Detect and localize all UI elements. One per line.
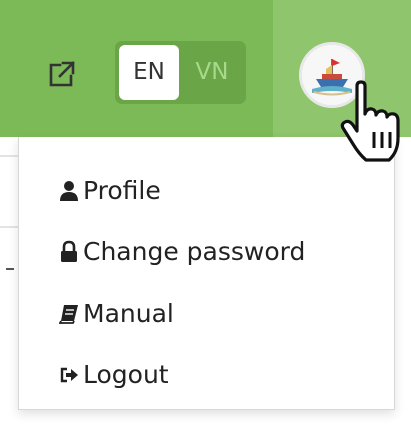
language-toggle[interactable]: EN VN bbox=[115, 41, 246, 104]
external-link-icon[interactable] bbox=[48, 60, 76, 88]
backdrop-mark bbox=[6, 268, 14, 270]
book-icon bbox=[59, 305, 78, 324]
language-option-vn[interactable]: VN bbox=[183, 45, 241, 100]
user-icon bbox=[60, 181, 78, 201]
menu-item-change-password[interactable]: Change password bbox=[19, 222, 394, 282]
app-root: EN VN Profile Change password Manual Log… bbox=[0, 0, 411, 425]
menu-item-logout[interactable]: Logout bbox=[19, 345, 394, 405]
menu-item-label: Change password bbox=[83, 237, 306, 266]
menu-item-label: Logout bbox=[83, 360, 169, 389]
menu-item-profile[interactable]: Profile bbox=[19, 161, 394, 221]
sign-out-icon bbox=[60, 367, 78, 383]
hand-pointer-cursor bbox=[340, 80, 400, 162]
lock-icon bbox=[61, 240, 77, 262]
user-dropdown-menu: Profile Change password Manual Logout bbox=[18, 137, 395, 410]
backdrop-divider bbox=[0, 155, 18, 157]
menu-item-manual[interactable]: Manual bbox=[19, 284, 394, 344]
backdrop-divider bbox=[0, 226, 18, 228]
language-option-en[interactable]: EN bbox=[119, 45, 179, 100]
menu-item-label: Profile bbox=[83, 176, 161, 205]
menu-item-label: Manual bbox=[83, 299, 174, 328]
